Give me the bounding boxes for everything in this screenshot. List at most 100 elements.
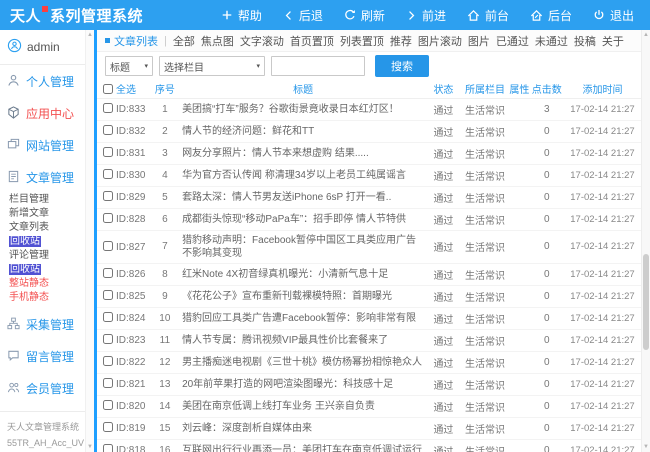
nav-power[interactable]: 退出 <box>593 7 634 24</box>
select-all-checkbox[interactable] <box>103 84 113 94</box>
cell-title[interactable]: 20年前苹果打造的网吧渲染图曝光：科技感十足 <box>180 373 426 395</box>
row-checkbox[interactable] <box>103 147 113 157</box>
cell-title[interactable]: 《花花公子》宣布重新刊载裸模特照：首期曝光 <box>180 285 426 307</box>
cell-title[interactable]: 美团在南京低调上线打车业务 王兴亲自负责 <box>180 395 426 417</box>
cell-title[interactable]: 套路太深：情人节男友送iPhone 6sP 打开一看.. <box>180 186 426 208</box>
cell-title[interactable]: 互联网出行行业再添一员：美团打车在南京低调试运行 <box>180 439 426 452</box>
cell-clicks: 0 <box>530 263 564 285</box>
field-select[interactable]: 标题▾ <box>105 56 153 76</box>
tab-filter[interactable]: 首页置顶 <box>290 33 334 49</box>
cell-title[interactable]: 男主播痴迷电视剧《三世十桃》模仿杨幂扮相惊艳众人 <box>180 351 426 373</box>
cell-id: ID:827 <box>97 230 150 263</box>
sidebar-item-members[interactable]: 会员管理 <box>0 372 85 404</box>
nav-chevron-left[interactable]: 后退 <box>283 7 323 24</box>
scroll-up-icon[interactable]: ▲ <box>87 32 93 38</box>
sidebar-scrollbar[interactable]: ▲ ▼ <box>85 30 94 452</box>
row-checkbox[interactable] <box>103 422 113 432</box>
tab-filter[interactable]: 焦点图 <box>201 33 234 49</box>
cell-title[interactable]: 网友分享照片：情人节本来想虚购 结果..... <box>180 142 426 164</box>
sidebar-item-apps[interactable]: 应用中心 <box>0 97 85 129</box>
tab-filter[interactable]: 推荐 <box>390 33 412 49</box>
cell-title[interactable]: 情人节的经济问题：鲜花和TT <box>180 120 426 142</box>
cell-title[interactable]: 成都街头惊现“移动PaPa车”：招手即停 情人节特供 <box>180 208 426 230</box>
row-checkbox[interactable] <box>103 169 113 179</box>
cell-title[interactable]: 红米Note 4X初音绿真机曝光：小清新气息十足 <box>180 263 426 285</box>
category-select[interactable]: 选择栏目▾ <box>159 56 265 76</box>
tab-filter[interactable]: 未通过 <box>535 33 568 49</box>
cell-status: 通过 <box>426 373 460 395</box>
scrollbar-thumb[interactable] <box>643 254 649 350</box>
cell-added-time: 17-02-14 21:27 <box>564 208 641 230</box>
cell-added-time: 17-02-14 21:27 <box>564 120 641 142</box>
tab-filter[interactable]: 文字滚动 <box>240 33 284 49</box>
row-checkbox[interactable] <box>103 103 113 113</box>
filter-bar: 标题▾ 选择栏目▾ 搜索 <box>97 52 641 80</box>
sidebar-item-label: 个人管理 <box>26 73 74 90</box>
nav-home[interactable]: 前台 <box>467 7 509 24</box>
scroll-down-icon[interactable]: ▼ <box>87 444 93 450</box>
tab-filter[interactable]: 已通过 <box>496 33 529 49</box>
tab-current[interactable]: 文章列表 <box>105 33 158 49</box>
app-logo: 天人系列管理系统 <box>10 5 143 26</box>
cell-clicks: 3 <box>530 98 564 120</box>
cell-title[interactable]: 猎豹回应工具类广告遭Facebook暂停：影响非常有限 <box>180 307 426 329</box>
cell-attribute <box>509 164 529 186</box>
sidebar-item-person[interactable]: 个人管理 <box>0 65 85 97</box>
cell-title[interactable]: 美团搞“打车”服务？谷歌街景竟收录日本红灯区！ <box>180 98 426 120</box>
cell-attribute <box>509 142 529 164</box>
nav-refresh[interactable]: 刷新 <box>344 7 385 24</box>
scroll-up-icon[interactable]: ▲ <box>642 32 650 38</box>
sidebar-item-message[interactable]: 留言管理 <box>0 340 85 372</box>
sidebar-subitem[interactable]: 回收站 <box>9 263 85 277</box>
sidebar-item-site[interactable]: 网站管理 <box>0 129 85 161</box>
row-checkbox[interactable] <box>103 312 113 322</box>
tab-filter[interactable]: 全部 <box>173 33 195 49</box>
scroll-down-icon[interactable]: ▼ <box>642 444 650 450</box>
sidebar-item-article[interactable]: 文章管理 <box>0 161 85 193</box>
row-checkbox[interactable] <box>103 213 113 223</box>
sidebar-group: 网站管理 <box>0 129 85 161</box>
sidebar-footer-line: 55TR_AH_Acc_UV <box>7 435 85 451</box>
cell-title[interactable]: 华为官方否认传闻 称清理34岁以上老员工纯属谣言 <box>180 164 426 186</box>
sidebar-subitem[interactable]: 整站静态 <box>9 277 85 291</box>
row-checkbox[interactable] <box>103 400 113 410</box>
app-window: 天人系列管理系统 帮助后退刷新前进前台后台退出 admin 个人管理应用中心网站… <box>0 0 650 452</box>
cell-added-time: 17-02-14 21:27 <box>564 186 641 208</box>
row-checkbox[interactable] <box>103 444 113 452</box>
tab-filter[interactable]: 图片滚动 <box>418 33 462 49</box>
cell-title[interactable]: 刘云峰：深度剖析自媒体由来 <box>180 417 426 439</box>
row-id: ID:823 <box>116 335 145 346</box>
sidebar-menu: 个人管理应用中心网站管理文章管理栏目管理新增文章文章列表回收站评论管理回收站整站… <box>0 65 85 404</box>
row-checkbox[interactable] <box>103 356 113 366</box>
tab-filter[interactable]: 关于 <box>602 33 624 49</box>
tab-filter[interactable]: 列表置顶 <box>340 33 384 49</box>
cell-status: 通过 <box>426 120 460 142</box>
sidebar-group: 会员管理 <box>0 372 85 404</box>
nav-home-admin[interactable]: 后台 <box>530 7 572 24</box>
nav-chevron-right[interactable]: 前进 <box>406 7 446 24</box>
row-checkbox[interactable] <box>103 334 113 344</box>
search-input[interactable] <box>271 56 365 76</box>
row-id: ID:824 <box>116 313 145 324</box>
row-checkbox[interactable] <box>103 241 113 251</box>
row-checkbox[interactable] <box>103 290 113 300</box>
tab-filter[interactable]: 投稿 <box>574 33 596 49</box>
tab-filter[interactable]: 图片 <box>468 33 490 49</box>
sidebar-subitem[interactable]: 回收站 <box>9 235 85 249</box>
sidebar-subitem[interactable]: 手机静态 <box>9 291 85 305</box>
sidebar-item-collect[interactable]: 采集管理 <box>0 308 85 340</box>
cell-title[interactable]: 猎豹移动声明：Facebook暂停中国区工具类应用广告不影响其变现 <box>180 230 426 263</box>
row-checkbox[interactable] <box>103 191 113 201</box>
main-scrollbar[interactable]: ▲ ▼ <box>641 30 650 452</box>
row-checkbox[interactable] <box>103 125 113 135</box>
cell-title[interactable]: 情人节专属：腾讯视频VIP最具性价比套餐来了 <box>180 329 426 351</box>
nav-plus[interactable]: 帮助 <box>221 7 262 24</box>
row-checkbox[interactable] <box>103 268 113 278</box>
sidebar-subitem[interactable]: 文章列表 <box>9 221 85 235</box>
members-icon <box>7 381 20 397</box>
search-button[interactable]: 搜索 <box>375 55 429 77</box>
sidebar-subitem[interactable]: 评论管理 <box>9 249 85 263</box>
sidebar-subitem[interactable]: 新增文章 <box>9 207 85 221</box>
row-checkbox[interactable] <box>103 378 113 388</box>
sidebar-subitem[interactable]: 栏目管理 <box>9 193 85 207</box>
